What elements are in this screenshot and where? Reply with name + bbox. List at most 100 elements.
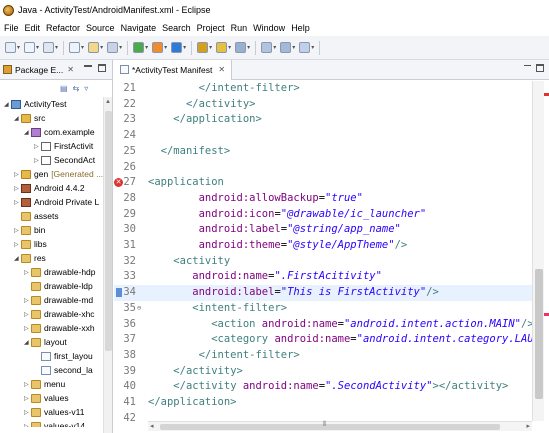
- code-line[interactable]: 30 android:label="@string/app_name": [114, 222, 532, 238]
- collapsed-twisty-icon[interactable]: ▷: [34, 143, 41, 150]
- scroll-up-icon[interactable]: ▲: [105, 99, 111, 105]
- editor-tab-manifest[interactable]: *ActivityTest Manifest ✕: [114, 59, 233, 80]
- next-annotation-icon[interactable]: [260, 42, 272, 53]
- code-line[interactable]: 34 android:label="This is FirstActivity"…: [114, 285, 532, 301]
- collapsed-twisty-icon[interactable]: ▷: [14, 241, 21, 248]
- collapsed-twisty-icon[interactable]: ▷: [24, 269, 31, 276]
- code-line[interactable]: 22 </activity>: [114, 97, 532, 113]
- chevron-down-icon[interactable]: ▾: [81, 44, 84, 51]
- collapsed-twisty-icon[interactable]: ▷: [24, 409, 31, 416]
- tree-item[interactable]: ▷ SecondAct: [34, 153, 95, 167]
- tree-item[interactable]: second_la: [34, 363, 93, 377]
- code-line[interactable]: 26: [114, 160, 532, 176]
- run-icon[interactable]: [132, 42, 144, 53]
- package-explorer-scrollbar[interactable]: ▲: [103, 97, 112, 433]
- tree-item[interactable]: drawable-ldp: [24, 279, 93, 293]
- close-icon[interactable]: ✕: [218, 65, 225, 74]
- code-line[interactable]: 33 android:name=".FirstAcitivity": [114, 269, 532, 285]
- tree-item[interactable]: ◢ layout: [24, 335, 67, 349]
- tree-item[interactable]: ▷ values-v11: [24, 405, 84, 419]
- code-line[interactable]: 39 </activity>: [114, 364, 532, 380]
- collapse-all-icon[interactable]: ▤: [60, 84, 68, 93]
- tree-item[interactable]: ▷ gen [Generated ...: [14, 167, 103, 181]
- editor-vertical-scrollbar[interactable]: [532, 81, 544, 421]
- maximize-icon[interactable]: [98, 64, 106, 72]
- chevron-down-icon[interactable]: ▾: [183, 44, 186, 51]
- chevron-down-icon[interactable]: ▾: [228, 44, 231, 51]
- collapsed-twisty-icon[interactable]: ▷: [14, 185, 21, 192]
- code-line[interactable]: 25 </manifest>: [114, 144, 532, 160]
- code-line[interactable]: 41 </application>: [114, 395, 532, 411]
- chevron-down-icon[interactable]: ▾: [145, 44, 148, 51]
- expanded-twisty-icon[interactable]: ◢: [24, 129, 31, 136]
- chevron-down-icon[interactable]: ▾: [100, 44, 103, 51]
- code-line[interactable]: 28 android:allowBackup="true": [114, 191, 532, 207]
- tree-item[interactable]: ▷ drawable-xhc: [24, 307, 95, 321]
- menu-window[interactable]: Window: [253, 23, 285, 33]
- expanded-twisty-icon[interactable]: ◢: [4, 101, 11, 108]
- minimize-icon[interactable]: [524, 65, 531, 67]
- code-line[interactable]: 31 android:theme="@style/AppTheme"/>: [114, 238, 532, 254]
- error-marker[interactable]: [544, 93, 549, 96]
- tree-item[interactable]: ◢ src: [14, 111, 45, 125]
- chevron-down-icon[interactable]: ▾: [247, 44, 250, 51]
- collapsed-twisty-icon[interactable]: ▷: [24, 395, 31, 402]
- code-line[interactable]: 37 <category android:name="android.inten…: [114, 332, 532, 348]
- code-editor[interactable]: 21 </intent-filter> 22 </activity> 23 </ap…: [114, 81, 532, 421]
- code-line[interactable]: 23 </application>: [114, 112, 532, 128]
- open-folder-icon[interactable]: [215, 42, 227, 53]
- collapsed-twisty-icon[interactable]: ▷: [24, 325, 31, 332]
- tree-item[interactable]: first_layou: [34, 349, 93, 363]
- save-icon[interactable]: [23, 42, 35, 53]
- collapsed-twisty-icon[interactable]: ▷: [14, 199, 21, 206]
- scrollbar-thumb[interactable]: [160, 424, 500, 430]
- code-line[interactable]: 32 <activity: [114, 254, 532, 270]
- tree-item[interactable]: ▷ menu: [24, 377, 65, 391]
- code-line[interactable]: 21 </intent-filter>: [114, 81, 532, 97]
- tree-item[interactable]: assets: [14, 209, 59, 223]
- package-explorer-tab[interactable]: Package E... ✕: [3, 65, 74, 75]
- menu-run[interactable]: Run: [231, 23, 248, 33]
- chevron-down-icon[interactable]: ▾: [119, 44, 122, 51]
- minimize-icon[interactable]: [84, 65, 92, 67]
- collapsed-twisty-icon[interactable]: ▷: [24, 423, 31, 428]
- debug-icon[interactable]: [170, 42, 182, 53]
- tree-item[interactable]: ▷ drawable-hdp: [24, 265, 96, 279]
- print-icon[interactable]: [42, 42, 54, 53]
- collapsed-twisty-icon[interactable]: ▷: [34, 157, 41, 164]
- forward-icon[interactable]: [298, 42, 310, 53]
- refresh-icon[interactable]: [106, 42, 118, 53]
- menu-help[interactable]: Help: [291, 23, 310, 33]
- maximize-icon[interactable]: [536, 64, 544, 72]
- back-icon[interactable]: [279, 42, 291, 53]
- tree-item[interactable]: ▷ values-v14: [24, 419, 85, 427]
- collapsed-twisty-icon[interactable]: ▷: [14, 171, 21, 178]
- code-line[interactable]: 29 android:icon="@drawable/ic_launcher": [114, 207, 532, 223]
- fold-icon[interactable]: ⊖: [137, 301, 141, 317]
- chevron-down-icon[interactable]: ▾: [209, 44, 212, 51]
- tree-item[interactable]: ▷ FirstActivit: [34, 139, 93, 153]
- close-icon[interactable]: ✕: [67, 65, 74, 74]
- menu-search[interactable]: Search: [162, 23, 191, 33]
- chevron-down-icon[interactable]: ▾: [311, 44, 314, 51]
- code-line[interactable]: 38 </intent-filter>: [114, 348, 532, 364]
- scroll-left-icon[interactable]: ◂: [150, 422, 154, 430]
- external-tools-icon[interactable]: [151, 42, 163, 53]
- menu-refactor[interactable]: Refactor: [46, 23, 80, 33]
- tree-item[interactable]: ▷ Android 4.4.2: [14, 181, 85, 195]
- code-line[interactable]: 24: [114, 128, 532, 144]
- collapsed-twisty-icon[interactable]: ▷: [14, 227, 21, 234]
- tree-item[interactable]: ▷ drawable-xxh: [24, 321, 95, 335]
- collapsed-twisty-icon[interactable]: ▷: [24, 381, 31, 388]
- chevron-down-icon[interactable]: ▾: [17, 44, 20, 51]
- code-line[interactable]: 35 ⊖ <intent-filter>: [114, 301, 532, 317]
- chevron-down-icon[interactable]: ▾: [273, 44, 276, 51]
- link-editor-icon[interactable]: ⇆: [73, 84, 80, 93]
- expanded-twisty-icon[interactable]: ◢: [14, 115, 21, 122]
- menu-navigate[interactable]: Navigate: [121, 23, 157, 33]
- collapsed-twisty-icon[interactable]: ▷: [24, 311, 31, 318]
- tree-item[interactable]: ◢ ActivityTest: [4, 97, 67, 111]
- code-line[interactable]: ✕ 27 <application: [114, 175, 532, 191]
- collapsed-twisty-icon[interactable]: ▷: [24, 297, 31, 304]
- expanded-twisty-icon[interactable]: ◢: [14, 255, 21, 262]
